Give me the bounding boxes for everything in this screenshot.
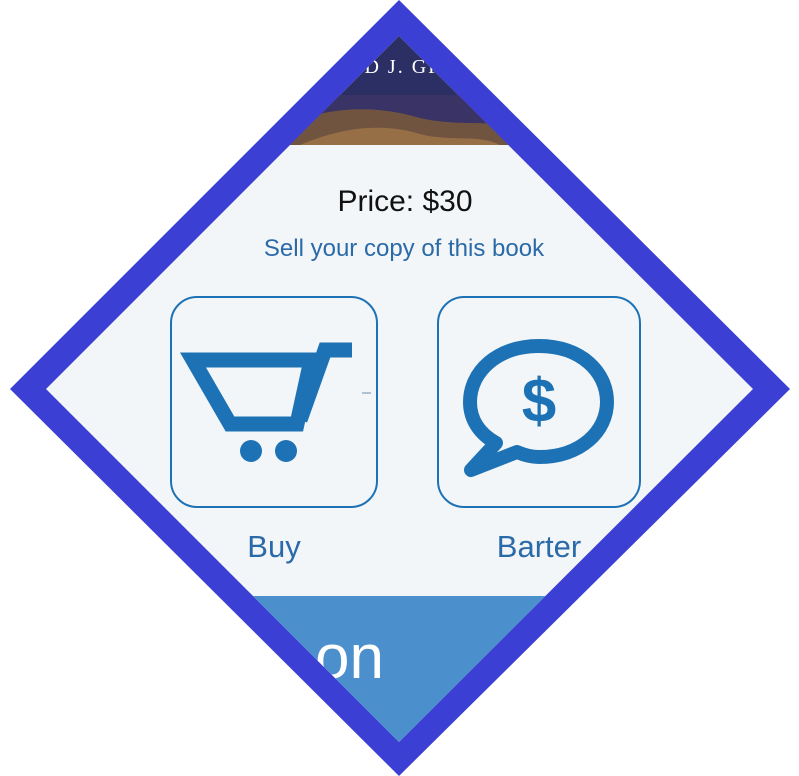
buy-label[interactable]: Buy: [247, 529, 301, 564]
barter-button[interactable]: $: [437, 296, 641, 508]
buy-button[interactable]: [170, 296, 378, 508]
dollar-sign-glyph: $: [522, 367, 556, 436]
sell-book-link[interactable]: Sell your copy of this book: [264, 235, 545, 262]
price-label: Price: $30: [337, 185, 472, 218]
diamond-badge: D J. GR Price: $30 Sell your copy of thi…: [0, 0, 799, 776]
barter-label[interactable]: Barter: [497, 529, 581, 564]
